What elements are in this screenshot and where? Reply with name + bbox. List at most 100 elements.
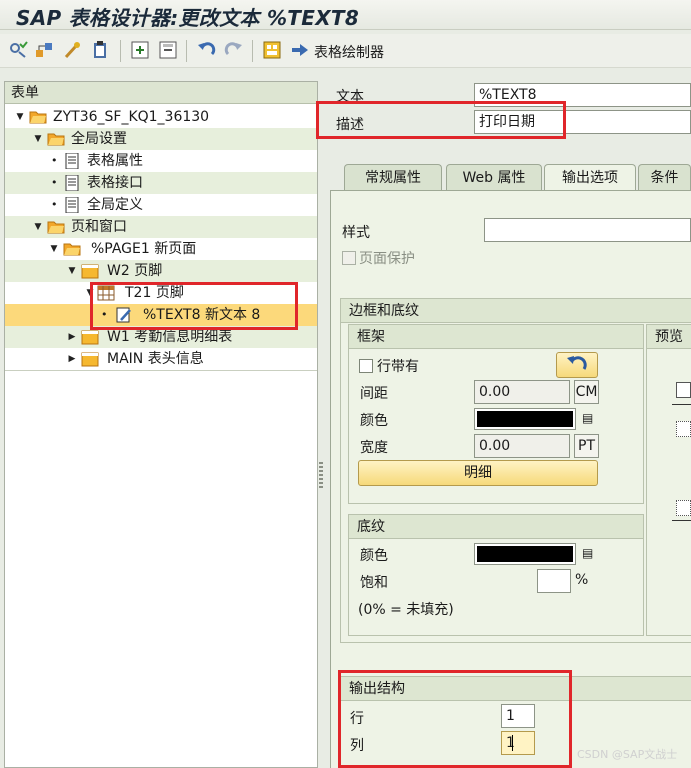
document-icon: [65, 197, 79, 213]
tree-label: 表格接口: [87, 175, 143, 191]
tree-node-global-settings[interactable]: ▼ 全局设置: [5, 128, 317, 150]
percent-label: %: [575, 572, 589, 588]
tab-web-attributes[interactable]: Web 属性: [446, 164, 542, 192]
tree-label: 全局定义: [87, 197, 143, 213]
toolbar-separator: [120, 40, 121, 62]
expand-down-icon[interactable]: ▼: [33, 216, 43, 238]
tree-node-page1[interactable]: ▼ %PAGE1 新页面: [5, 238, 317, 260]
window-icon: [81, 264, 99, 279]
preview-cell: [676, 382, 691, 398]
reset-frame-button[interactable]: [556, 352, 598, 378]
page-protection-checkbox[interactable]: [342, 251, 356, 265]
saturation-field[interactable]: [537, 569, 571, 593]
redo-icon[interactable]: [224, 40, 244, 60]
spacing-field[interactable]: 0.00: [474, 380, 570, 404]
saturation-label: 饱和: [360, 575, 388, 591]
tree-label: %PAGE1 新页面: [91, 241, 197, 257]
insert-icon[interactable]: [130, 40, 150, 60]
window-icon: [81, 352, 99, 367]
width-label: 宽度: [360, 440, 388, 456]
toolbar-separator: [252, 40, 253, 62]
expand-down-icon[interactable]: ▼: [49, 238, 59, 260]
expand-right-icon[interactable]: ▶: [67, 326, 77, 348]
document-icon: [65, 153, 79, 169]
folder-open-icon: [29, 111, 47, 124]
settings-check-icon[interactable]: [8, 40, 28, 60]
tree-node-global-definitions[interactable]: • 全局定义: [5, 194, 317, 216]
undo-icon[interactable]: [196, 40, 216, 60]
detail-button[interactable]: 明细: [358, 460, 598, 486]
toolbar-separator: [186, 40, 187, 62]
form-painter-button[interactable]: 表格绘制器: [314, 42, 384, 62]
tree-label: ZYT36_SF_KQ1_36130: [53, 109, 210, 125]
frame-color-label: 颜色: [360, 413, 388, 429]
style-label: 样式: [342, 225, 370, 241]
tree-node-pages-windows[interactable]: ▼ 页和窗口: [5, 216, 317, 238]
preview-group: 预览: [646, 324, 691, 636]
annotation-box-output-structure: [338, 670, 572, 768]
frame-color-swatch[interactable]: [474, 408, 576, 430]
bullet: •: [51, 154, 58, 167]
shading-note: (0% = 未填充): [358, 602, 454, 618]
delete-icon[interactable]: [158, 40, 178, 60]
bullet: •: [51, 198, 58, 211]
style-field[interactable]: [484, 218, 691, 242]
annotation-box-description: [316, 101, 566, 139]
tree-label: MAIN 表头信息: [107, 351, 204, 367]
shading-title: 底纹: [349, 515, 643, 539]
tab-general-attributes[interactable]: 常规属性: [344, 164, 442, 192]
form-painter-icon[interactable]: [262, 40, 282, 60]
folder-open-icon: [47, 221, 65, 234]
tree-label: 页和窗口: [71, 219, 127, 235]
window-icon: [81, 330, 99, 345]
document-icon: [65, 175, 79, 191]
tab-conditions[interactable]: 条件: [638, 164, 691, 192]
hierarchy-icon[interactable]: [34, 40, 54, 60]
tree-label: 表格属性: [87, 153, 143, 169]
preview-title: 预览: [647, 325, 691, 349]
expand-down-icon[interactable]: ▼: [33, 128, 43, 150]
expand-down-icon[interactable]: ▼: [15, 106, 25, 128]
tree-node-form-interface[interactable]: • 表格接口: [5, 172, 317, 194]
color-picker-icon[interactable]: ▤: [582, 546, 593, 560]
color-picker-icon[interactable]: ▤: [582, 411, 593, 425]
watermark: CSDN @SAP文战士: [577, 748, 678, 761]
with-line-checkbox[interactable]: [359, 359, 373, 373]
magic-wand-icon[interactable]: [62, 40, 82, 60]
section-title: 边框和底纹: [341, 299, 691, 323]
tree-node-main[interactable]: ▶ MAIN 表头信息: [5, 348, 317, 370]
undo-icon: [567, 356, 587, 370]
form-tree-panel: 表单 ▼ ZYT36_SF_KQ1_36130 ▼ 全局设置 • 表格属性 • …: [4, 81, 318, 768]
expand-right-icon[interactable]: ▶: [67, 348, 77, 370]
clipboard-icon[interactable]: [90, 40, 110, 60]
tree-label: W2 页脚: [107, 263, 163, 279]
expand-down-icon[interactable]: ▼: [67, 260, 77, 282]
tree-node-form-attributes[interactable]: • 表格属性: [5, 150, 317, 172]
tree-bottom-divider: [5, 370, 317, 371]
title-bar: SAP 表格设计器:更改文本 %TEXT8: [0, 0, 691, 30]
shading-color-swatch[interactable]: [474, 543, 576, 565]
arrow-right-icon[interactable]: [290, 40, 310, 60]
width-field[interactable]: 0.00: [474, 434, 570, 458]
preview-line: [672, 520, 691, 521]
application-toolbar: 表格绘制器: [0, 34, 691, 68]
preview-cell: [676, 421, 691, 437]
shading-color-label: 颜色: [360, 548, 388, 564]
annotation-box-text-node: [90, 282, 298, 330]
preview-cell: [676, 500, 691, 516]
tree-header: 表单: [5, 82, 317, 104]
splitter-grip[interactable]: [319, 462, 323, 490]
tree-node-form[interactable]: ▼ ZYT36_SF_KQ1_36130: [5, 106, 317, 128]
folder-open-icon: [47, 133, 65, 146]
tree-label: 全局设置: [71, 131, 127, 147]
spacing-unit[interactable]: CM: [574, 380, 599, 404]
width-unit[interactable]: PT: [574, 434, 599, 458]
tab-output-options[interactable]: 输出选项: [544, 164, 636, 192]
spacing-label: 间距: [360, 386, 388, 402]
folder-open-icon: [63, 243, 81, 256]
panel-splitter[interactable]: [318, 81, 326, 768]
bullet: •: [51, 176, 58, 189]
preview-line: [672, 404, 691, 405]
with-line-label: 行带有: [377, 359, 419, 375]
tree-node-w2[interactable]: ▼ W2 页脚: [5, 260, 317, 282]
